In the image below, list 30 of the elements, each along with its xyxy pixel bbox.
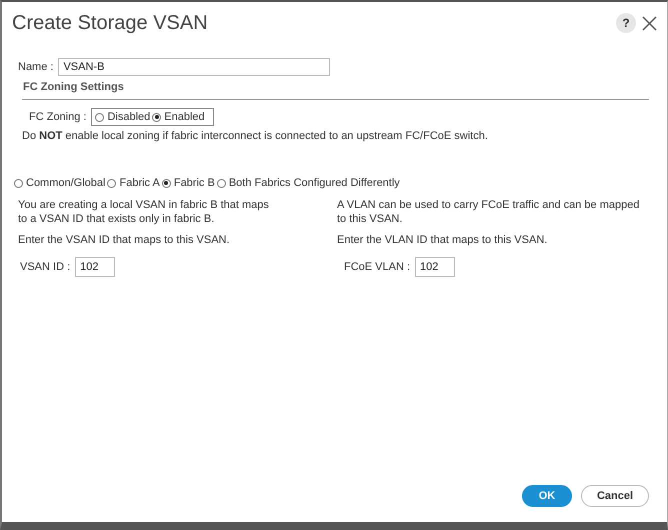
field-label: Name : bbox=[18, 61, 54, 73]
radio-option[interactable]: Fabric A bbox=[107, 177, 160, 189]
description-text: You are creating a local VSAN in fabric B that maps to a VSAN ID that exists only in fabric B. bbox=[18, 198, 270, 226]
radio-button[interactable] bbox=[152, 112, 162, 122]
cancel-button[interactable]: Cancel bbox=[581, 485, 649, 507]
window-title: Create Storage VSAN bbox=[12, 12, 208, 34]
radio-button[interactable] bbox=[107, 178, 116, 188]
prompt-text: Enter the VSAN ID that maps to this VSAN. bbox=[18, 232, 231, 246]
close-icon[interactable] bbox=[642, 16, 657, 30]
field-label: FCoE VLAN : bbox=[344, 260, 410, 272]
radio-button[interactable] bbox=[95, 112, 104, 122]
radio-option[interactable]: Enabled bbox=[152, 111, 205, 123]
help-button[interactable]: ? bbox=[616, 13, 636, 33]
radio-button[interactable] bbox=[216, 178, 226, 188]
prompt-text: Enter the VLAN ID that maps to this VSAN. bbox=[337, 232, 548, 246]
name-field[interactable]: VSAN-B bbox=[58, 58, 330, 76]
field-label: FC Zoning : bbox=[29, 111, 86, 123]
input-field[interactable]: 102 bbox=[75, 256, 116, 276]
radio-button[interactable] bbox=[162, 178, 171, 188]
radio-option[interactable]: Fabric B bbox=[162, 177, 215, 189]
warning-text: Do NOT enable local zoning if fabric interconnect is connected to an upstream FC/FCoE switch. bbox=[22, 130, 489, 142]
radio-button[interactable] bbox=[14, 178, 23, 188]
input-field[interactable]: 102 bbox=[415, 256, 456, 276]
ok-button[interactable]: OK bbox=[522, 485, 572, 507]
radio-option[interactable]: Disabled bbox=[95, 111, 150, 123]
radio-option[interactable]: Both Fabrics Configured Differently bbox=[216, 177, 400, 189]
section-title: FC Zoning Settings bbox=[23, 81, 125, 93]
radio-option[interactable]: Common/Global bbox=[14, 177, 106, 189]
field-label: VSAN ID : bbox=[20, 260, 70, 272]
description-text: A VLAN can be used to carry FCoE traffic and can be mapped to this VSAN. bbox=[337, 198, 640, 226]
